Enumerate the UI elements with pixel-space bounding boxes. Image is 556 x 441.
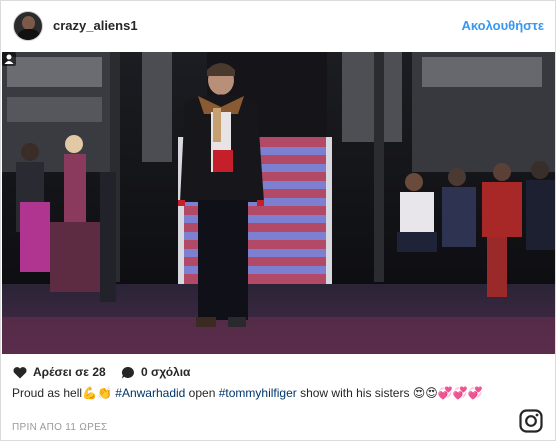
post-caption: Proud as hell💪👏 #Anwarhadid open #tommyh… (12, 385, 512, 401)
comment-bubble-icon (121, 366, 134, 378)
username-link[interactable]: crazy_aliens1 (53, 18, 138, 33)
hashtag-anwarhadid[interactable]: #Anwarhadid (115, 386, 185, 400)
post-photo[interactable] (2, 52, 555, 354)
likes-count: Αρέσει σε 28 (33, 365, 106, 379)
heart-icon (13, 366, 27, 378)
caption-text-start: Proud as hell (12, 386, 83, 400)
user-tag-icon[interactable] (2, 52, 16, 66)
avatar-face (22, 16, 35, 30)
avatar-body (17, 29, 41, 40)
caption-emoji-2: 😍😍💞💞💞 (412, 386, 483, 400)
instagram-logo-icon[interactable] (519, 409, 543, 433)
caption-emoji-1: 💪👏 (82, 386, 112, 400)
runway-scene-image (2, 52, 555, 354)
post-timestamp[interactable]: ΠΡΙΝ ΑΠΟ 11 ΩΡΕΣ (12, 422, 108, 433)
instagram-embed-card: crazy_aliens1 Ακολουθήστε Αρέσει σε 28 0… (0, 0, 556, 441)
likes-action[interactable]: Αρέσει σε 28 (13, 365, 106, 379)
comments-count: 0 σχόλια (141, 365, 191, 379)
caption-text-mid-1: open (185, 386, 219, 400)
comments-action[interactable]: 0 σχόλια (121, 365, 190, 379)
follow-button[interactable]: Ακολουθήστε (461, 18, 544, 33)
post-actions: Αρέσει σε 28 0 σχόλια (13, 365, 202, 381)
caption-text-mid-2: show with his sisters (296, 386, 413, 400)
hashtag-tommyhilfiger[interactable]: #tommyhilfiger (219, 386, 297, 400)
avatar[interactable] (13, 11, 43, 41)
post-header: crazy_aliens1 Ακολουθήστε (1, 1, 555, 52)
